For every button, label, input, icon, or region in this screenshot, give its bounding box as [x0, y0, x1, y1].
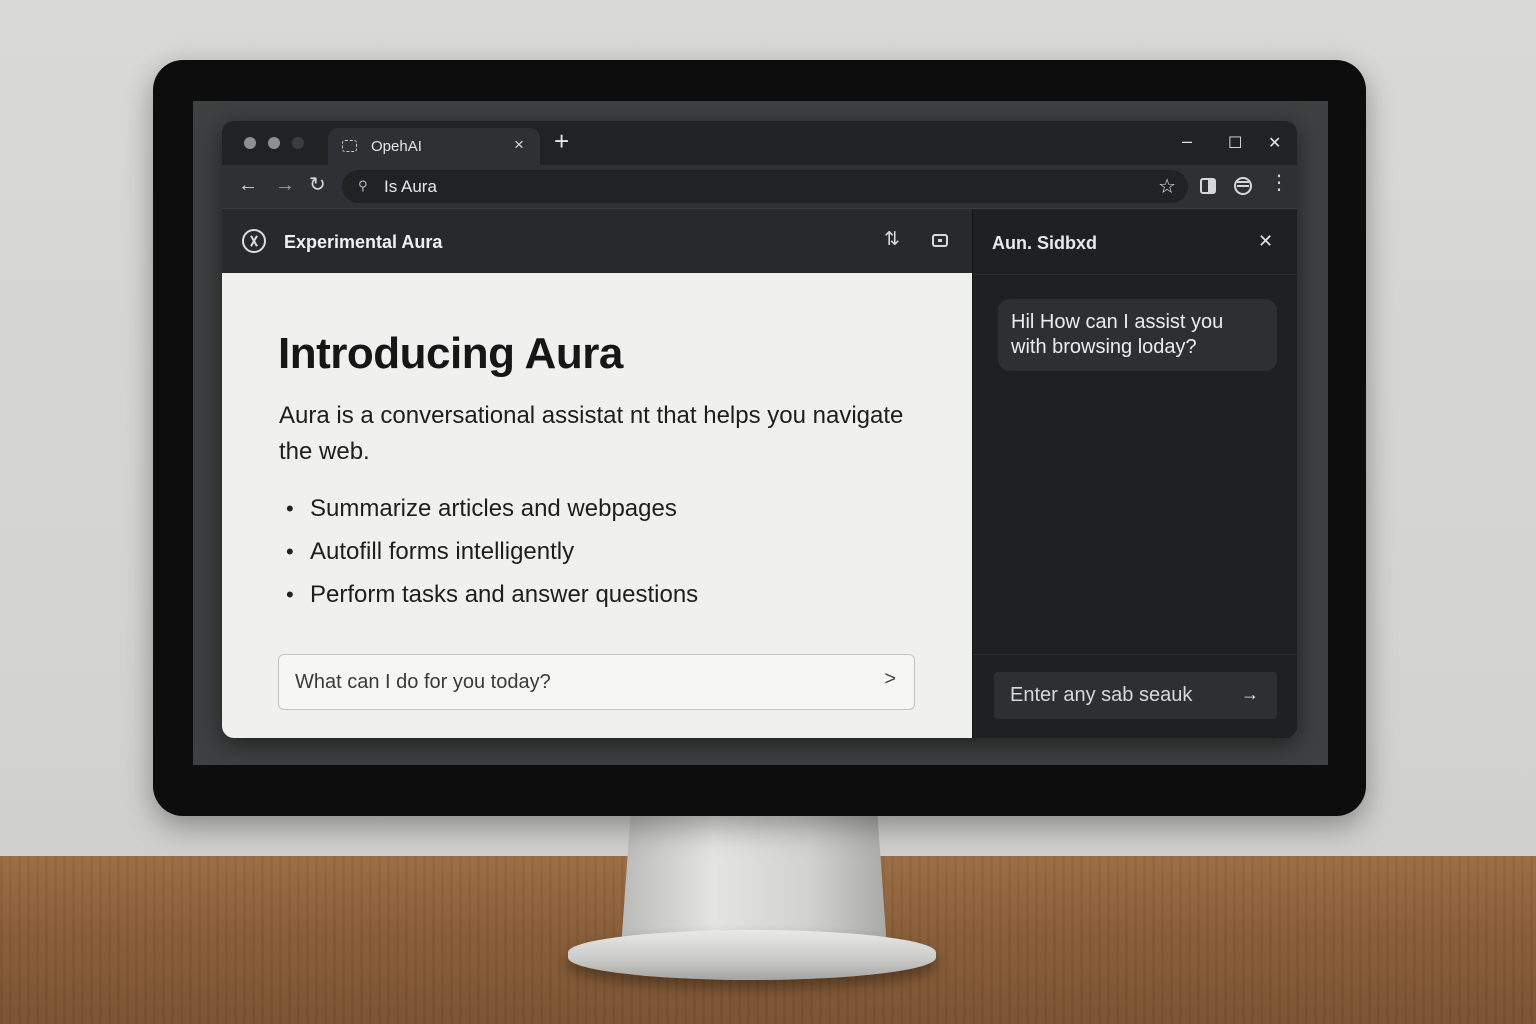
page-description: Aura is a conversational assistat nt tha…	[279, 402, 904, 465]
back-button[interactable]: ←	[238, 175, 258, 195]
tab-close-icon[interactable]: ×	[514, 135, 524, 155]
page-content: Introducing Aura Aura is a conversationa…	[222, 273, 972, 738]
feature-item: Perform tasks and answer questions	[284, 577, 698, 620]
browser-toolbar: ← → ↻ ⚲ Is Aura ☆ ⋮	[222, 165, 1297, 209]
address-text[interactable]: Is Aura	[384, 177, 437, 197]
page-title: Introducing Aura	[278, 329, 623, 378]
feature-item: Autofill forms intelligently	[284, 534, 698, 577]
tab-title: OpehAI	[371, 138, 422, 155]
new-tab-button[interactable]: +	[554, 128, 569, 154]
tab-active[interactable]: OpehAI ×	[328, 128, 540, 166]
chat-icon[interactable]	[932, 234, 948, 247]
search-icon: ⚲	[358, 178, 368, 193]
page-header-title: Experimental Aura	[284, 232, 443, 252]
window-dot-close[interactable]	[244, 137, 256, 149]
more-vert-icon[interactable]: ⋮	[1269, 173, 1289, 193]
sidebar-close-icon[interactable]: ✕	[1258, 231, 1273, 252]
feature-item: Summarize articles and webpages	[284, 491, 698, 534]
sidebar-header: Aun. Sidbxd ✕	[973, 209, 1297, 275]
close-window-button[interactable]: ✕	[1268, 133, 1281, 153]
tab-bar: OpehAI × + – ☐ ✕	[222, 121, 1297, 166]
aura-logo-icon	[242, 229, 266, 253]
sidebar-input[interactable]	[994, 672, 1234, 719]
address-bar[interactable]: ⚲ Is Aura ☆	[342, 170, 1188, 203]
profile-icon[interactable]	[1234, 177, 1252, 195]
prompt-input[interactable]	[279, 655, 859, 709]
maximize-button[interactable]: ☐	[1228, 133, 1242, 153]
bookmark-star-icon[interactable]: ☆	[1158, 174, 1176, 199]
window-dot-zoom[interactable]	[292, 137, 304, 149]
reload-button[interactable]: ↻	[309, 175, 326, 195]
prompt-box: >	[278, 654, 915, 710]
window-dot-minimize[interactable]	[268, 137, 280, 149]
assistant-message: Hil How can I assist you with browsing l…	[998, 299, 1277, 371]
sidebar-title: Aun. Sidbxd	[992, 233, 1097, 253]
sidebar-send-icon[interactable]: →	[1241, 684, 1259, 705]
minimize-button[interactable]: –	[1182, 131, 1192, 152]
forward-button[interactable]: →	[275, 175, 295, 195]
sidebar-input-box: →	[994, 672, 1277, 719]
side-panel-icon[interactable]	[1200, 178, 1216, 194]
aura-sidebar: Aun. Sidbxd ✕ Hil How can I assist you w…	[972, 209, 1297, 738]
page-header: Experimental Aura ⇅	[222, 209, 972, 273]
tab-favicon-icon	[342, 140, 357, 152]
settings-sliders-icon[interactable]: ⇅	[884, 230, 900, 249]
prompt-send-icon[interactable]: >	[884, 668, 896, 691]
browser-window: OpehAI × + – ☐ ✕ ← → ↻ ⚲ Is Aura ☆ ⋮ Exp…	[222, 121, 1297, 738]
feature-list: Summarize articles and webpages Autofill…	[284, 491, 698, 620]
monitor-base	[568, 930, 936, 980]
sidebar-divider	[973, 654, 1297, 655]
